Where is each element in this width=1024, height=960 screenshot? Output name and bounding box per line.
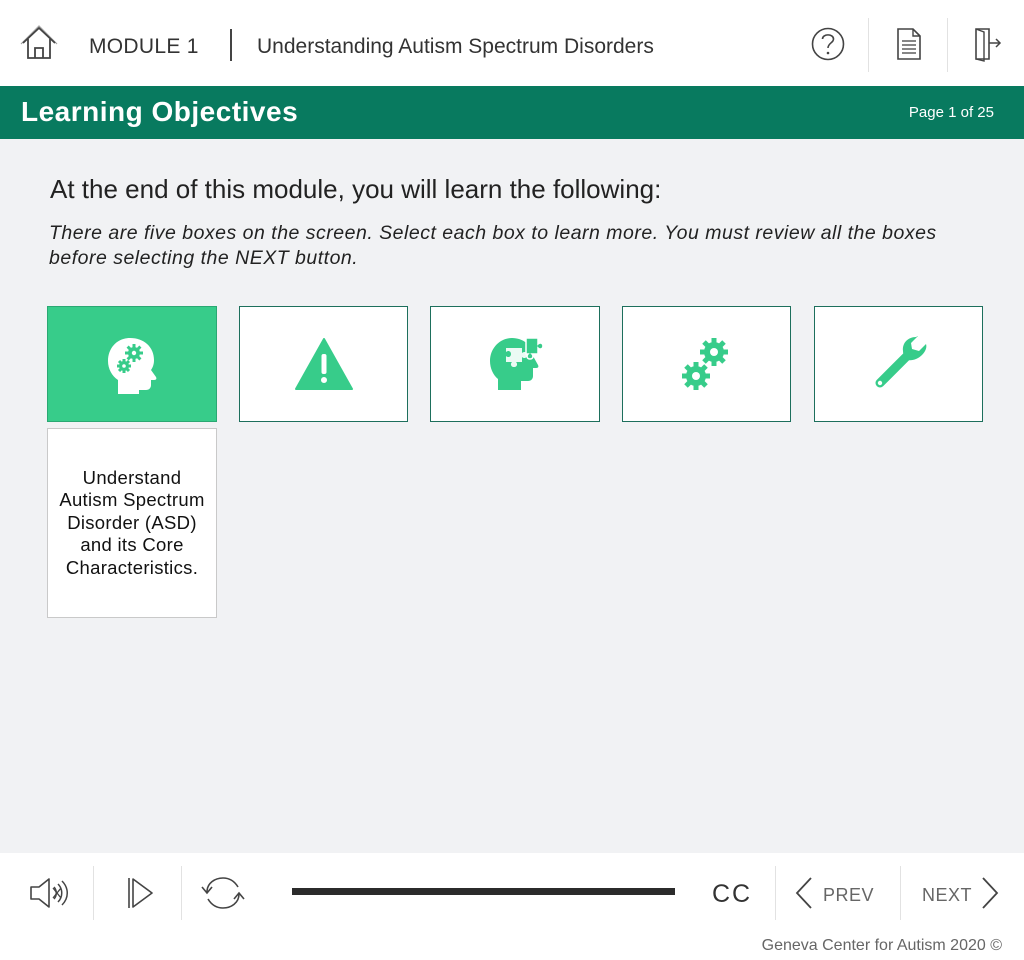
replay-icon [201,877,245,909]
intro-text: At the end of this module, you will lear… [50,174,662,204]
play-button[interactable] [124,875,156,916]
objective-popup-text: Understand Autism Spectrum Disorder (ASD… [59,466,205,578]
progress-bar[interactable] [292,888,675,895]
next-label: NEXT [922,885,973,905]
objective-box-5[interactable] [814,306,983,422]
module-label: MODULE 1 [89,35,199,58]
player-separator [775,866,776,920]
prev-label: PREV [823,885,875,905]
player-separator [900,866,901,920]
home-icon [20,25,58,59]
next-button[interactable]: NEXT [918,875,1008,915]
chevron-right-icon [982,877,999,909]
course-title: Understanding Autism Spectrum Disorders [257,35,654,58]
toolbar-separator [947,18,948,72]
warning-icon [294,338,353,390]
title-divider [230,29,232,61]
instructions-text: There are five boxes on the screen. Sele… [49,222,937,269]
help-icon [811,27,845,61]
section-header: Learning Objectives Page 1 of 25 [0,86,1024,139]
page-indicator: Page 1 of 25 [908,104,994,121]
objective-box-2[interactable] [239,306,408,422]
exit-icon [975,28,1002,62]
prev-button[interactable]: PREV [790,875,890,915]
objective-box-1[interactable] [47,306,217,422]
document-button[interactable] [889,22,929,66]
replay-button[interactable] [199,873,247,918]
home-button[interactable] [20,24,58,62]
player-bar: CC PREV NEXT Geneva Center for Autism 20… [0,853,1024,960]
player-separator [93,866,94,920]
copyright-text: Geneva Center for Autism 2020 © [761,937,1002,954]
play-icon [128,878,153,908]
wrench-icon [875,336,926,388]
progress-fill [292,888,675,895]
gears-icon [681,338,728,390]
top-bar: MODULE 1 Understanding Autism Spectrum D… [0,0,1024,86]
objective-box-4[interactable] [622,306,791,422]
document-icon [897,28,921,60]
volume-icon [30,878,68,908]
player-separator [181,866,182,920]
exit-button[interactable] [967,22,1007,66]
objective-box-3[interactable] [430,306,600,422]
toolbar-separator [868,18,869,72]
chevron-left-icon [795,877,812,909]
head-puzzle-icon [490,337,544,390]
help-button[interactable] [808,22,848,66]
objective-popup: Understand Autism Spectrum Disorder (ASD… [47,428,217,618]
closed-captions-button[interactable]: CC [712,880,752,909]
volume-button[interactable] [28,875,72,916]
section-title: Learning Objectives [21,96,299,127]
head-gears-icon [108,338,157,394]
